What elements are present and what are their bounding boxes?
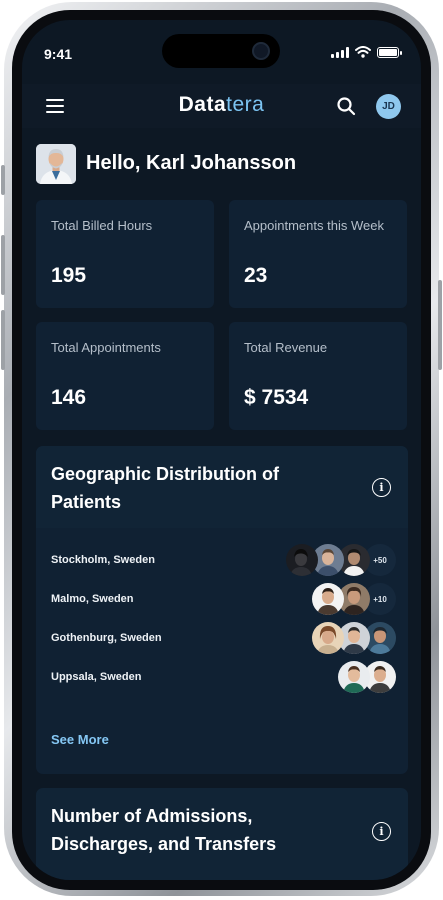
greeting-text: Hello, Karl Johansson	[86, 152, 297, 174]
mute-switch	[1, 165, 5, 195]
app-logo: Datatera	[22, 93, 421, 117]
stat-card-total-revenue[interactable]: Total Revenue $ 7534	[229, 322, 407, 430]
stat-card-appointments-week[interactable]: Appointments this Week 23	[229, 200, 407, 308]
screen: 9:41 Datatera JD Hello, Karl Johansson T…	[22, 20, 421, 880]
stat-value: 146	[51, 386, 87, 409]
doctor-avatar	[36, 144, 76, 184]
logo-part-tera: tera	[226, 93, 265, 116]
stat-label: Total Billed Hours	[51, 218, 153, 233]
geo-card-header: Geographic Distribution of Patients i	[36, 446, 408, 528]
signal-icon	[331, 46, 349, 58]
location-row-gothenburg[interactable]: Gothenburg, Sweden	[51, 622, 396, 658]
location-name: Malmo, Sweden	[51, 593, 134, 605]
location-row-stockholm[interactable]: Stockholm, Sweden +50	[51, 544, 396, 580]
patient-avatar	[338, 661, 370, 693]
logo-part-data: Data	[178, 93, 227, 116]
location-row-uppsala[interactable]: Uppsala, Sweden	[51, 661, 396, 697]
location-name: Gothenburg, Sweden	[51, 632, 162, 644]
volume-down-button	[1, 310, 5, 370]
admissions-card: Number of Admissions, Discharges, and Tr…	[36, 788, 408, 880]
stat-card-total-appointments[interactable]: Total Appointments 146	[36, 322, 214, 430]
patient-avatar	[286, 544, 318, 576]
search-icon[interactable]	[336, 96, 356, 116]
patient-avatars: +50	[286, 544, 396, 576]
stat-label: Total Revenue	[244, 340, 328, 355]
geo-distribution-card: Geographic Distribution of Patients i St…	[36, 446, 408, 774]
location-name: Uppsala, Sweden	[51, 671, 142, 683]
wifi-icon	[355, 46, 371, 58]
user-avatar[interactable]: JD	[376, 94, 401, 119]
patient-avatars	[338, 661, 396, 693]
geo-card-title: Geographic Distribution of Patients	[51, 464, 279, 512]
patient-avatar	[312, 583, 344, 615]
stat-value: 23	[244, 264, 268, 287]
stat-card-billed-hours[interactable]: Total Billed Hours 195	[36, 200, 214, 308]
camera	[252, 42, 270, 60]
power-button	[438, 280, 442, 370]
stat-label: Appointments this Week	[244, 218, 384, 233]
volume-up-button	[1, 235, 5, 295]
patient-avatar	[312, 622, 344, 654]
status-time: 9:41	[44, 46, 73, 62]
battery-icon	[377, 46, 402, 58]
stat-label: Total Appointments	[51, 340, 161, 355]
location-name: Stockholm, Sweden	[51, 554, 155, 566]
info-icon[interactable]: i	[372, 478, 391, 497]
admissions-card-title: Number of Admissions, Discharges, and Tr…	[51, 806, 277, 854]
patient-avatars	[312, 622, 396, 654]
location-row-malmo[interactable]: Malmo, Sweden +10	[51, 583, 396, 619]
stat-value: $ 7534	[244, 386, 309, 409]
patient-avatars: +10	[312, 583, 396, 615]
status-icons	[331, 46, 402, 58]
app-header: Datatera JD	[22, 84, 421, 128]
stat-value: 195	[51, 264, 87, 287]
info-icon[interactable]: i	[372, 822, 391, 841]
see-more-link[interactable]: See More	[51, 732, 109, 747]
